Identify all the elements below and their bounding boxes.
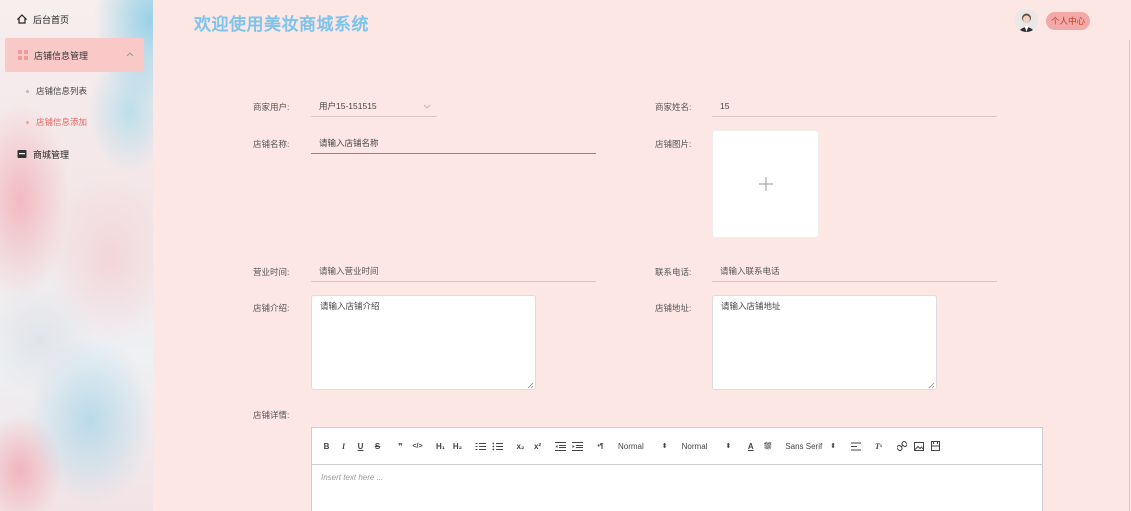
sidebar-item-shop-info-list[interactable]: 店铺信息列表 (26, 85, 87, 97)
sidebar-item-shop-info[interactable]: 店铺信息管理 (5, 38, 144, 72)
chevron-down-icon (423, 102, 431, 110)
merchant-name-field[interactable]: 15 (712, 95, 997, 117)
home-icon (17, 14, 27, 24)
size-select-value: Normal (681, 441, 708, 451)
shop-image-label: 店铺图片: (655, 139, 692, 149)
resize-handle-icon[interactable] (928, 381, 935, 389)
sidebar-item-home[interactable]: 后台首页 (0, 2, 153, 36)
background-color-icon[interactable]: ⛆ (762, 439, 773, 453)
avatar[interactable] (1015, 9, 1038, 32)
header-select-value: Normal (618, 441, 644, 451)
sidebar-item-shop-info-add[interactable]: 店铺信息添加 (26, 116, 87, 128)
merchant-name-label: 商家姓名: (655, 102, 692, 112)
sidebar-item-label: 后台首页 (33, 14, 70, 25)
business-hours-label: 营业时间: (253, 267, 290, 277)
phone-placeholder: 请输入联系电话 (720, 265, 780, 276)
outdent-icon[interactable] (555, 439, 566, 453)
header1-icon[interactable]: H₁ (435, 439, 446, 453)
shop-image-upload[interactable] (712, 130, 819, 238)
scrollbar[interactable] (1129, 40, 1130, 511)
code-block-icon[interactable]: </> (412, 439, 423, 453)
chevron-up-icon (126, 51, 134, 59)
sidebar-item-label: 商城管理 (33, 149, 70, 160)
editor-placeholder: Insert text here ... (321, 473, 384, 482)
intro-placeholder: 请输入店铺介绍 (320, 301, 380, 311)
merchant-user-value: 用户15-151515 (319, 100, 377, 111)
business-hours-placeholder: 请输入营业时间 (319, 265, 379, 276)
plus-icon (758, 177, 773, 191)
address-textarea[interactable]: 请输入店铺地址 (712, 295, 937, 390)
subscript-icon[interactable]: x₂ (515, 439, 526, 453)
blockquote-icon[interactable]: ❞ (395, 439, 406, 453)
phone-input[interactable]: 请输入联系电话 (712, 260, 997, 282)
page-title: 欢迎使用美妆商城系统 (194, 15, 369, 34)
clear-format-icon[interactable]: Tx (873, 439, 884, 453)
superscript-icon[interactable]: x² (532, 439, 543, 453)
link-icon[interactable] (896, 439, 907, 453)
bold-icon[interactable]: B (321, 439, 332, 453)
chevron-updown-icon: ⬍ (830, 443, 837, 450)
image-icon[interactable] (913, 439, 924, 453)
editor-toolbar: B I U S ❞ </> H₁ H₂ x₂ x² •¶ Normal ⬍ Nor… (312, 428, 1042, 465)
font-select[interactable]: Sans Serif ⬍ (785, 439, 836, 453)
merchant-name-value: 15 (720, 100, 730, 111)
ordered-list-icon[interactable] (475, 439, 486, 453)
address-placeholder: 请输入店铺地址 (721, 301, 781, 311)
grid-icon (18, 50, 28, 60)
header-select[interactable]: Normal ⬍ (618, 439, 668, 453)
address-label: 店铺地址: (655, 303, 692, 313)
italic-icon[interactable]: I (338, 439, 349, 453)
sidebar-item-label: 店铺信息列表 (36, 86, 88, 96)
sidebar-item-label: 店铺信息管理 (34, 50, 89, 61)
phone-label: 联系电话: (655, 267, 692, 277)
details-label: 店铺详情: (253, 410, 290, 420)
rich-text-editor[interactable]: B I U S ❞ </> H₁ H₂ x₂ x² •¶ Normal ⬍ Nor… (311, 427, 1043, 511)
merchant-user-select[interactable]: 用户15-151515 (311, 95, 437, 117)
editor-body[interactable]: Insert text here ... (312, 465, 1042, 490)
sidebar-item-mall[interactable]: 商城管理 (0, 137, 153, 171)
video-icon[interactable] (930, 439, 941, 453)
shop-name-label: 店铺名称: (253, 139, 290, 149)
intro-textarea[interactable]: 请输入店铺介绍 (311, 295, 536, 390)
bullet-icon (26, 89, 29, 93)
bullet-icon (26, 120, 29, 124)
business-hours-input[interactable]: 请输入营业时间 (311, 260, 596, 282)
align-icon[interactable] (850, 439, 861, 453)
intro-label: 店铺介绍: (253, 303, 290, 313)
merchant-user-label: 商家用户: (253, 102, 290, 112)
sidebar-item-label: 店铺信息添加 (36, 117, 88, 127)
text-color-icon[interactable]: A (745, 439, 756, 453)
chevron-updown-icon: ⬍ (725, 443, 732, 450)
font-select-value: Sans Serif (785, 441, 823, 451)
chevron-updown-icon: ⬍ (661, 443, 668, 450)
strike-icon[interactable]: S (372, 439, 383, 453)
indent-icon[interactable] (572, 439, 583, 453)
bullet-list-icon[interactable] (492, 439, 503, 453)
resize-handle-icon[interactable] (527, 381, 534, 389)
text-direction-icon[interactable]: •¶ (595, 439, 606, 453)
sidebar: 后台首页 店铺信息管理 店铺信息列表 店铺信息添加 商城管理 (0, 0, 153, 511)
header2-icon[interactable]: H₂ (452, 439, 463, 453)
user-center-button[interactable]: 个人中心 (1046, 12, 1091, 30)
underline-icon[interactable]: U (355, 439, 366, 453)
shop-name-placeholder: 请输入店铺名称 (319, 137, 379, 148)
size-select[interactable]: Normal ⬍ (682, 439, 732, 453)
user-avatar-icon (1015, 9, 1038, 32)
shop-name-input[interactable]: 请输入店铺名称 (311, 132, 596, 154)
folder-icon (17, 149, 27, 159)
